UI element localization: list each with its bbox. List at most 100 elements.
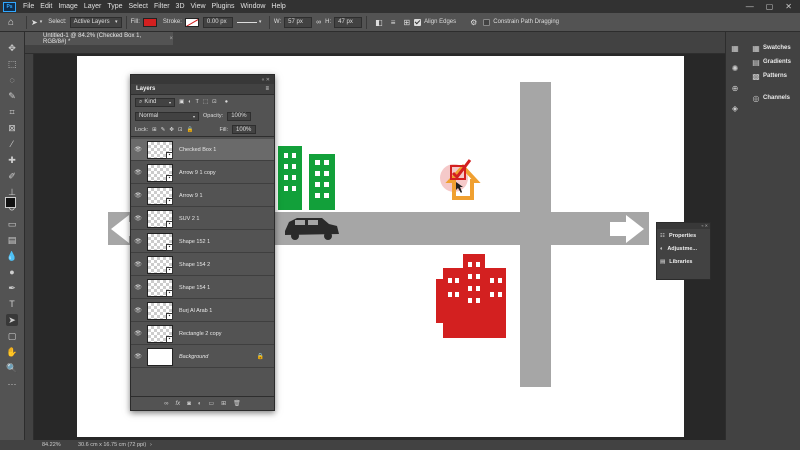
lock-pixels-icon[interactable]: ✎	[161, 127, 166, 133]
filter-toggle-icon[interactable]: ●	[225, 99, 228, 105]
path-selection-tool-icon[interactable]: ➤	[6, 314, 18, 326]
visibility-eye-icon[interactable]: 👁	[131, 238, 145, 245]
healing-tool-icon[interactable]: ✚	[6, 154, 18, 166]
status-chevron-icon[interactable]: ›	[150, 442, 152, 448]
visibility-eye-icon[interactable]: 👁	[131, 307, 145, 314]
menu-window[interactable]: Window	[238, 3, 269, 10]
history-icon[interactable]: ▦	[729, 42, 741, 54]
maximize-button[interactable]: ▢	[766, 2, 774, 11]
ruler-horizontal[interactable]	[25, 45, 725, 54]
menu-filter[interactable]: Filter	[151, 3, 173, 10]
eyedropper-tool-icon[interactable]: ⁄	[6, 138, 18, 150]
pixel-filter-icon[interactable]: ▣	[179, 99, 184, 105]
fill-input[interactable]: 100%	[232, 125, 257, 134]
lasso-tool-icon[interactable]: ◌	[6, 74, 18, 86]
visibility-eye-icon[interactable]: 👁	[131, 146, 145, 153]
new-layer-icon[interactable]: ⊞	[221, 400, 226, 407]
color-icon[interactable]: ✺	[729, 62, 741, 74]
menu-view[interactable]: View	[188, 3, 209, 10]
menu-file[interactable]: File	[20, 3, 37, 10]
eraser-tool-icon[interactable]: ▭	[6, 218, 18, 230]
channels-icon[interactable]: ◎	[750, 92, 762, 104]
3d-icon[interactable]: ◈	[729, 102, 741, 114]
swatches-tab[interactable]: Swatches	[763, 45, 791, 51]
visibility-eye-icon[interactable]: 👁	[131, 169, 145, 176]
lock-transparency-icon[interactable]: ⊞	[152, 127, 157, 133]
lock-all-icon[interactable]: 🔒	[187, 127, 194, 133]
adjustments-panel-item[interactable]: ◐ Adjustme...	[657, 242, 710, 255]
width-input[interactable]: 57 px	[284, 16, 313, 28]
layers-panel-titlebar[interactable]: « ✕	[131, 75, 274, 84]
visibility-eye-icon[interactable]: 👁	[131, 353, 145, 360]
marquee-tool-icon[interactable]: ⬚	[6, 58, 18, 70]
hand-tool-icon[interactable]: ✋	[6, 346, 18, 358]
kind-filter-dropdown[interactable]: ⌕ Kind ▾	[135, 97, 175, 107]
constrain-checkbox[interactable]	[483, 18, 491, 26]
lock-artboard-icon[interactable]: ⊡	[178, 127, 183, 133]
panel-menu-icon[interactable]: ≡	[265, 86, 269, 92]
add-mask-icon[interactable]: ◙	[187, 401, 191, 407]
menu-layer[interactable]: Layer	[81, 3, 105, 10]
menu-help[interactable]: Help	[268, 3, 288, 10]
brush-tool-icon[interactable]: ✐	[6, 170, 18, 182]
opacity-input[interactable]: 100%	[227, 111, 252, 121]
layer-row[interactable]: 👁 ▪ Checked Box 1	[131, 139, 274, 161]
stroke-width-input[interactable]: 0.00 px	[202, 16, 233, 28]
adjustment-layer-icon[interactable]: ◐	[198, 401, 202, 407]
visibility-eye-icon[interactable]: 👁	[131, 192, 145, 199]
layer-row[interactable]: 👁 ▪ Arrow 9 1	[131, 185, 274, 207]
new-group-icon[interactable]: ▭	[208, 400, 214, 407]
zoom-level[interactable]: 84.22%	[42, 442, 61, 448]
trash-icon[interactable]: 🗑	[233, 400, 241, 407]
link-layers-icon[interactable]: ∞	[164, 401, 168, 407]
lock-icon[interactable]: 🔒	[257, 353, 264, 360]
select-dropdown[interactable]: Active Layers ▾	[69, 16, 122, 28]
patterns-tab[interactable]: Patterns	[763, 73, 787, 79]
channels-tab[interactable]: Channels	[763, 95, 790, 101]
layer-row[interactable]: 👁 Background 🔒	[131, 346, 274, 368]
visibility-eye-icon[interactable]: 👁	[131, 330, 145, 337]
gradients-tab[interactable]: Gradients	[763, 59, 791, 65]
minimize-button[interactable]: —	[746, 2, 754, 11]
gradients-icon[interactable]: ▤	[750, 56, 762, 68]
smart-filter-icon[interactable]: ⊡	[212, 99, 217, 105]
more-tools-icon[interactable]: ···	[6, 378, 18, 390]
document-tab[interactable]: Untitled-1 @ 84.2% (Checked Box 1, RGB/8…	[25, 32, 173, 45]
path-align-icon[interactable]: ≡	[391, 18, 396, 27]
menu-type[interactable]: Type	[104, 3, 125, 10]
layer-row[interactable]: 👁 ▪ Rectangle 2 copy	[131, 323, 274, 345]
quick-select-tool-icon[interactable]: ✎	[6, 90, 18, 102]
swatches-icon[interactable]: ▦	[750, 42, 762, 54]
visibility-eye-icon[interactable]: 👁	[131, 215, 145, 222]
visibility-eye-icon[interactable]: 👁	[131, 284, 145, 291]
path-ops-icon[interactable]: ◧	[375, 18, 383, 27]
visibility-eye-icon[interactable]: 👁	[131, 261, 145, 268]
brush-settings-icon[interactable]: ⊕	[729, 82, 741, 94]
stroke-type-dropdown[interactable]: ▾	[236, 17, 265, 28]
foreground-color-swatch[interactable]	[5, 197, 16, 208]
gradient-tool-icon[interactable]: ▤	[6, 234, 18, 246]
layer-row[interactable]: 👁 ▪ Shape 154 1	[131, 277, 274, 299]
fx-icon[interactable]: fx	[176, 401, 181, 407]
frame-tool-icon[interactable]: ⊠	[6, 122, 18, 134]
menu-image[interactable]: Image	[55, 3, 80, 10]
type-filter-icon[interactable]: T	[196, 99, 199, 105]
layer-row[interactable]: 👁 ▪ Burj Al Arab 1	[131, 300, 274, 322]
layer-row[interactable]: 👁 ▪ Shape 154 2	[131, 254, 274, 276]
layer-row[interactable]: 👁 ▪ Shape 152 1	[131, 231, 274, 253]
height-input[interactable]: 47 px	[334, 16, 363, 28]
type-tool-icon[interactable]: T	[6, 298, 18, 310]
menu-select[interactable]: Select	[126, 3, 151, 10]
gear-icon[interactable]: ⚙	[470, 18, 477, 27]
shape-tool-icon[interactable]: ▢	[6, 330, 18, 342]
layer-row[interactable]: 👁 ▪ Arrow 9 1 copy	[131, 162, 274, 184]
fill-swatch[interactable]	[142, 17, 157, 27]
dodge-tool-icon[interactable]: ●	[6, 266, 18, 278]
menu-3d[interactable]: 3D	[173, 3, 188, 10]
patterns-icon[interactable]: ▩	[750, 70, 762, 82]
menu-edit[interactable]: Edit	[37, 3, 55, 10]
adjustment-filter-icon[interactable]: ◐	[188, 99, 191, 105]
properties-panel-item[interactable]: ☷ Properties	[657, 229, 710, 242]
crop-tool-icon[interactable]: ⌗	[6, 106, 18, 118]
move-tool-icon[interactable]: ✥	[6, 42, 18, 54]
